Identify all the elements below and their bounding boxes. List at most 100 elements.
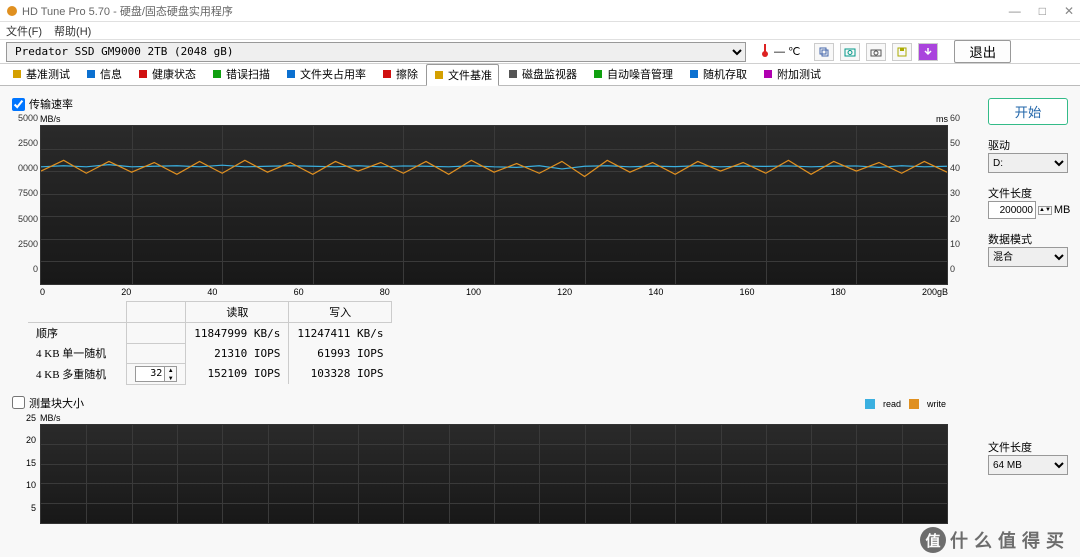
watermark: 值 什么值得买 bbox=[920, 527, 1070, 553]
read-val: 21310 IOPS bbox=[186, 343, 289, 363]
read-swatch bbox=[865, 399, 875, 409]
row-label: 4 KB 多重随机 bbox=[28, 363, 127, 384]
block-size-checkbox[interactable] bbox=[12, 396, 25, 409]
tab-label: 擦除 bbox=[396, 66, 418, 82]
tab-icon bbox=[507, 68, 519, 80]
download-icon[interactable] bbox=[918, 43, 938, 61]
read-val: 152109 IOPS bbox=[186, 363, 289, 384]
tab-1[interactable]: 信息 bbox=[78, 63, 129, 85]
watermark-icon: 值 bbox=[920, 527, 946, 553]
row-label: 4 KB 单一随机 bbox=[28, 343, 127, 363]
save-icon[interactable] bbox=[892, 43, 912, 61]
tab-icon bbox=[11, 68, 23, 80]
transfer-rate-label: 传输速率 bbox=[29, 96, 73, 112]
device-select[interactable]: Predator SSD GM9000 2TB (2048 gB) bbox=[6, 42, 746, 62]
device-row: Predator SSD GM9000 2TB (2048 gB) — ℃ 退出 bbox=[0, 40, 1080, 64]
tab-0[interactable]: 基准测试 bbox=[4, 63, 77, 85]
tab-icon bbox=[688, 68, 700, 80]
read-val: 11847999 KB/s bbox=[186, 323, 289, 344]
menu-file[interactable]: 文件(F) bbox=[6, 23, 42, 39]
chart2-ylabel-left: MB/s bbox=[40, 413, 61, 423]
screenshot-icon[interactable] bbox=[840, 43, 860, 61]
maximize-button[interactable]: □ bbox=[1039, 4, 1046, 18]
tab-3[interactable]: 错误扫描 bbox=[204, 63, 277, 85]
exit-button[interactable]: 退出 bbox=[954, 40, 1011, 63]
watermark-text: 什么值得买 bbox=[950, 527, 1070, 553]
camera-icon[interactable] bbox=[866, 43, 886, 61]
tab-label: 错误扫描 bbox=[226, 66, 270, 82]
thermometer-icon bbox=[760, 43, 770, 60]
tab-label: 文件基准 bbox=[448, 67, 492, 83]
menu-help[interactable]: 帮助(H) bbox=[54, 23, 91, 39]
results-table: 读取 写入 顺序 11847999 KB/s11247411 KB/s 4 KB 单… bbox=[28, 301, 392, 385]
col-read: 读取 bbox=[186, 302, 289, 323]
tab-icon bbox=[433, 69, 445, 81]
tab-4[interactable]: 文件夹占用率 bbox=[278, 63, 373, 85]
tab-icon bbox=[137, 68, 149, 80]
pattern-label: 数据模式 bbox=[988, 231, 1068, 247]
tab-2[interactable]: 健康状态 bbox=[130, 63, 203, 85]
tab-7[interactable]: 磁盘监视器 bbox=[500, 63, 584, 85]
tab-5[interactable]: 擦除 bbox=[374, 63, 425, 85]
chart1-yaxis-right: 6050403020100 bbox=[950, 114, 978, 274]
right-panel: 开始 驱动 D: 文件长度 ▲▼ MB 数据模式 混合 文件长度 64 MB bbox=[988, 96, 1068, 547]
close-button[interactable]: ✕ bbox=[1064, 4, 1074, 18]
chart1-wrap: MB/s ms 5000250000007500500025000 605040… bbox=[12, 114, 976, 297]
filelen-input[interactable] bbox=[988, 201, 1036, 219]
tab-icon bbox=[381, 68, 393, 80]
window-controls: — □ ✕ bbox=[1009, 4, 1074, 18]
tab-label: 磁盘监视器 bbox=[522, 66, 577, 82]
app-icon bbox=[6, 5, 18, 17]
copy-icon[interactable] bbox=[814, 43, 834, 61]
title-bar: HD Tune Pro 5.70 - 硬盘/固态硬盘实用程序 — □ ✕ bbox=[0, 0, 1080, 22]
chart2-wrap: 测量块大小 read write MB/s 252015105 bbox=[12, 395, 976, 524]
row-label: 顺序 bbox=[28, 323, 127, 344]
start-button[interactable]: 开始 bbox=[988, 98, 1068, 125]
tab-label: 随机存取 bbox=[703, 66, 747, 82]
tab-8[interactable]: 自动噪音管理 bbox=[585, 63, 680, 85]
write-val: 103328 IOPS bbox=[289, 363, 392, 384]
chart1-plot bbox=[40, 125, 948, 285]
threads-spin[interactable]: ▲▼ bbox=[135, 366, 177, 382]
tab-label: 自动噪音管理 bbox=[607, 66, 673, 82]
pattern-select[interactable]: 混合 bbox=[988, 247, 1068, 267]
write-val: 11247411 KB/s bbox=[289, 323, 392, 344]
tab-9[interactable]: 随机存取 bbox=[681, 63, 754, 85]
chart1-ylabel-right: ms bbox=[936, 114, 948, 124]
write-val: 61993 IOPS bbox=[289, 343, 392, 363]
tab-icon bbox=[85, 68, 97, 80]
drive-select[interactable]: D: bbox=[988, 153, 1068, 173]
chart1-yaxis-left: 5000250000007500500025000 bbox=[10, 114, 38, 274]
toolbar-icons bbox=[814, 43, 938, 61]
filelen-label: 文件长度 bbox=[988, 185, 1068, 201]
tab-icon bbox=[592, 68, 604, 80]
transfer-rate-check[interactable]: 传输速率 bbox=[12, 96, 976, 112]
filelen2-select[interactable]: 64 MB bbox=[988, 455, 1068, 475]
chart2-plot bbox=[40, 424, 948, 524]
tab-label: 基准测试 bbox=[26, 66, 70, 82]
chart1-ylabel-left: MB/s bbox=[40, 114, 61, 124]
drive-label: 驱动 bbox=[988, 137, 1068, 153]
tab-10[interactable]: 附加测试 bbox=[755, 63, 828, 85]
tab-label: 附加测试 bbox=[777, 66, 821, 82]
filelen2-label: 文件长度 bbox=[988, 439, 1068, 455]
tab-icon bbox=[211, 68, 223, 80]
tab-label: 健康状态 bbox=[152, 66, 196, 82]
block-size-check[interactable]: 测量块大小 bbox=[12, 395, 976, 411]
col-write: 写入 bbox=[289, 302, 392, 323]
chart2-yaxis-left: 252015105 bbox=[12, 413, 36, 513]
tab-label: 文件夹占用率 bbox=[300, 66, 366, 82]
tab-6[interactable]: 文件基准 bbox=[426, 64, 499, 86]
temperature-readout: — ℃ bbox=[760, 43, 800, 60]
tab-label: 信息 bbox=[100, 66, 122, 82]
chart2-legend: read write bbox=[865, 399, 946, 409]
tab-icon bbox=[762, 68, 774, 80]
block-size-label: 测量块大小 bbox=[29, 395, 84, 411]
tab-bar: 基准测试 信息 健康状态 错误扫描 文件夹占用率 擦除 文件基准 磁盘监视器 自动噪音管理 随机存… bbox=[0, 64, 1080, 86]
tab-icon bbox=[285, 68, 297, 80]
filelen-unit: MB bbox=[1054, 204, 1071, 216]
window-title: HD Tune Pro 5.70 - 硬盘/固态硬盘实用程序 bbox=[22, 3, 1009, 19]
transfer-rate-checkbox[interactable] bbox=[12, 98, 25, 111]
minimize-button[interactable]: — bbox=[1009, 4, 1021, 18]
chart1-xaxis: 020406080100120140160180200 bbox=[40, 287, 948, 297]
